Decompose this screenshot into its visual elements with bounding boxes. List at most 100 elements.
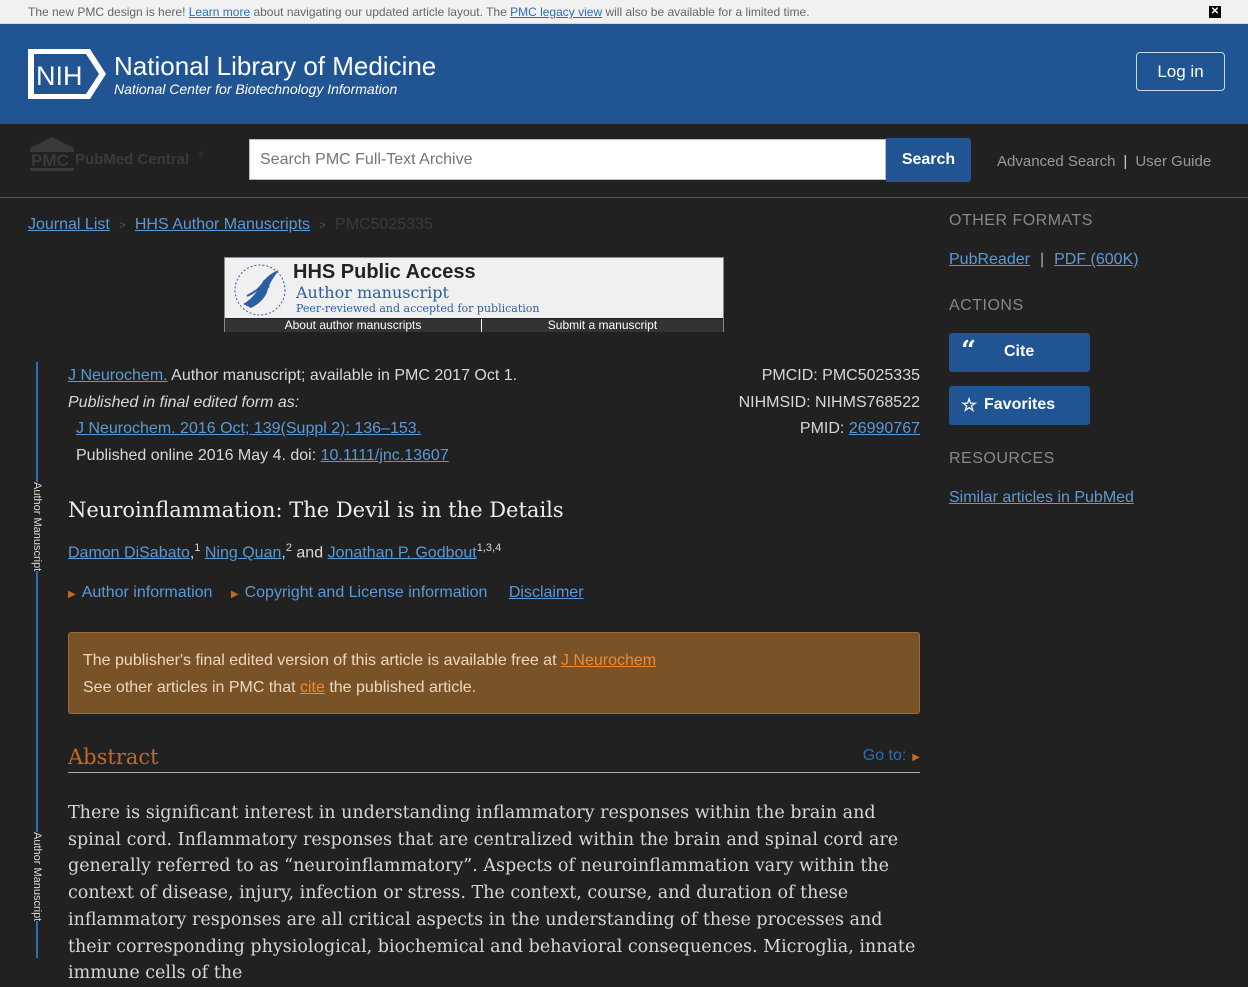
author-affiliation: 2 xyxy=(285,542,292,554)
notice-text-2a: See other articles in PMC that xyxy=(83,679,300,696)
author-information-toggle[interactable]: Author information xyxy=(82,584,213,601)
goto-label[interactable]: Go to: xyxy=(863,747,907,764)
hhs-author-manuscript: Author manuscript xyxy=(296,283,449,302)
disclaimer-link[interactable]: Disclaimer xyxy=(509,584,584,601)
breadcrumb-separator: > xyxy=(118,218,126,232)
breadcrumb-separator: > xyxy=(319,218,327,232)
abstract-text: There is significant interest in underst… xyxy=(68,803,916,984)
abstract-heading: Abstract xyxy=(68,745,159,769)
banner-text-middle: about navigating our updated article lay… xyxy=(250,5,511,19)
author-manuscript-side-label: Author Manuscript xyxy=(29,832,45,922)
publisher-journal-link[interactable]: J Neurochem xyxy=(561,652,656,669)
author-manuscript-side-label: Author Manuscript xyxy=(29,482,45,572)
breadcrumb-journal-list[interactable]: Journal List xyxy=(28,216,110,233)
citation-availability: Author manuscript; available in PMC 2017… xyxy=(167,367,518,384)
similar-articles-link[interactable]: Similar articles in PubMed xyxy=(949,489,1134,506)
published-online-text: Published online 2016 May 4. doi: xyxy=(76,447,321,464)
search-bar: PMC PubMed Central ® Search Advanced Sea… xyxy=(0,124,1248,198)
cite-button[interactable]: “ Cite xyxy=(949,333,1090,372)
banner-close-icon[interactable]: ✕ xyxy=(1209,6,1221,18)
search-links: Advanced Search | User Guide xyxy=(997,153,1211,170)
breadcrumb: Journal List > HHS Author Manuscripts > PMC5… xyxy=(28,216,433,234)
author-link[interactable]: Jonathan P. Godbout xyxy=(328,544,477,561)
pubreader-link[interactable]: PubReader xyxy=(949,251,1030,268)
pmid-row: PMID: 26990767 xyxy=(800,420,920,438)
nihmsid-value: NIHMSID: NIHMS768522 xyxy=(738,394,920,411)
published-as-label: Published in final edited form as: xyxy=(68,394,300,411)
banner-text-suffix: will also be available for a limited tim… xyxy=(602,5,810,19)
doi-link[interactable]: 10.1111/jnc.13607 xyxy=(321,447,449,464)
pmid-link[interactable]: 26990767 xyxy=(849,420,920,437)
favorites-label: Favorites xyxy=(984,396,1056,413)
hhs-link-bar: About author manuscripts Submit a manusc… xyxy=(225,318,723,332)
citation-online: Published online 2016 May 4. doi: 10.111… xyxy=(76,447,449,465)
announcement-banner: The new PMC design is here! Learn more a… xyxy=(0,0,1248,24)
cite-link[interactable]: cite xyxy=(300,679,325,696)
notice-text-2b: the published article. xyxy=(324,679,477,696)
quote-icon: “ xyxy=(961,336,976,366)
pmc-logo-pmc: PMC xyxy=(31,151,69,170)
nih-logo-text: NIH xyxy=(36,61,83,91)
format-links-separator: | xyxy=(1039,251,1045,268)
citation-line-1: J Neurochem. Author manuscript; availabl… xyxy=(68,367,517,385)
pmcid-value: PMCID: PMC5025335 xyxy=(761,367,920,384)
hhs-title: HHS Public Access xyxy=(293,261,476,283)
search-input[interactable] xyxy=(249,139,886,180)
advanced-search-link[interactable]: Advanced Search xyxy=(997,153,1115,170)
format-links: PubReader | PDF (600K) xyxy=(949,251,1139,269)
actions-heading: ACTIONS xyxy=(949,297,1024,314)
favorites-button[interactable]: ☆ Favorites xyxy=(949,386,1090,425)
notice-text-1: The publisher's final edited version of … xyxy=(83,652,561,669)
notice-line-2: See other articles in PMC that cite the … xyxy=(83,679,476,697)
author-list: Damon DiSabato,1 Ning Quan,2 and Jonatha… xyxy=(68,542,501,562)
pdf-link[interactable]: PDF (600K) xyxy=(1054,251,1138,268)
pmid-label: PMID: xyxy=(799,420,849,437)
search-links-separator: | xyxy=(1123,153,1128,170)
resources-links: Similar articles in PubMed xyxy=(949,489,1134,507)
publisher-notice: The publisher's final edited version of … xyxy=(68,632,920,714)
other-formats-heading: OTHER FORMATS xyxy=(949,212,1093,229)
triangle-right-icon: ▶ xyxy=(230,589,239,600)
article-title: Neuroinflammation: The Devil is in the D… xyxy=(68,498,564,522)
notice-line-1: The publisher's final edited version of … xyxy=(83,652,656,670)
resources-heading: RESOURCES xyxy=(949,450,1055,467)
pmc-logo-reg: ® xyxy=(198,150,204,159)
legacy-view-link[interactable]: PMC legacy view xyxy=(510,5,602,19)
pmc-logo-text: PubMed Central xyxy=(75,151,189,168)
user-guide-link[interactable]: User Guide xyxy=(1135,153,1211,170)
submit-manuscript-link[interactable]: Submit a manuscript xyxy=(482,319,723,332)
author-and: and xyxy=(296,544,324,562)
copyright-license-toggle[interactable]: Copyright and License information xyxy=(245,584,488,601)
author-affiliation: 1 xyxy=(194,542,201,554)
nih-logo[interactable]: NIH xyxy=(28,49,106,99)
journal-link[interactable]: J Neurochem. xyxy=(68,367,168,384)
author-link[interactable]: Damon DiSabato xyxy=(68,544,190,561)
nlm-subtitle: National Center for Biotechnology Inform… xyxy=(114,81,398,97)
goto-dropdown[interactable]: Go to: ▶ xyxy=(863,747,920,765)
hhs-eagle-logo-icon xyxy=(234,264,286,316)
hhs-peer-reviewed: Peer-reviewed and accepted for publicati… xyxy=(296,302,540,315)
nlm-title[interactable]: National Library of Medicine xyxy=(114,51,436,82)
breadcrumb-hhs-author-manuscripts[interactable]: HHS Author Manuscripts xyxy=(135,216,310,233)
banner-message: The new PMC design is here! Learn more a… xyxy=(28,5,810,19)
triangle-right-icon: ▶ xyxy=(912,752,920,763)
search-button[interactable]: Search xyxy=(886,138,971,182)
abstract-header: Abstract Go to: ▶ xyxy=(68,742,920,773)
author-link[interactable]: Ning Quan xyxy=(205,544,282,561)
nlm-header: NIH National Library of Medicine Nationa… xyxy=(0,24,1248,124)
citation-reference-link[interactable]: J Neurochem. 2016 Oct; 139(Suppl 2): 136… xyxy=(76,420,421,438)
pmc-logo-roof-icon xyxy=(30,137,74,148)
triangle-right-icon: ▶ xyxy=(68,589,76,600)
star-icon: ☆ xyxy=(961,395,978,415)
login-button[interactable]: Log in xyxy=(1136,52,1225,91)
breadcrumb-current: PMC5025335 xyxy=(335,216,433,233)
about-author-manuscripts-link[interactable]: About author manuscripts xyxy=(225,319,482,332)
cite-label: Cite xyxy=(1004,343,1035,360)
article-info-links: ▶ Author information ▶ Copyright and Licen… xyxy=(68,584,584,602)
citation-reference[interactable]: J Neurochem. 2016 Oct; 139(Suppl 2): 136… xyxy=(76,420,421,437)
learn-more-link[interactable]: Learn more xyxy=(189,5,250,19)
hhs-public-access-box: HHS Public Access Author manuscript Peer… xyxy=(224,257,724,332)
pmc-logo[interactable]: PMC PubMed Central ® xyxy=(28,136,213,172)
banner-text-prefix: The new PMC design is here! xyxy=(28,5,189,19)
author-affiliation: 1,3,4 xyxy=(476,542,502,554)
